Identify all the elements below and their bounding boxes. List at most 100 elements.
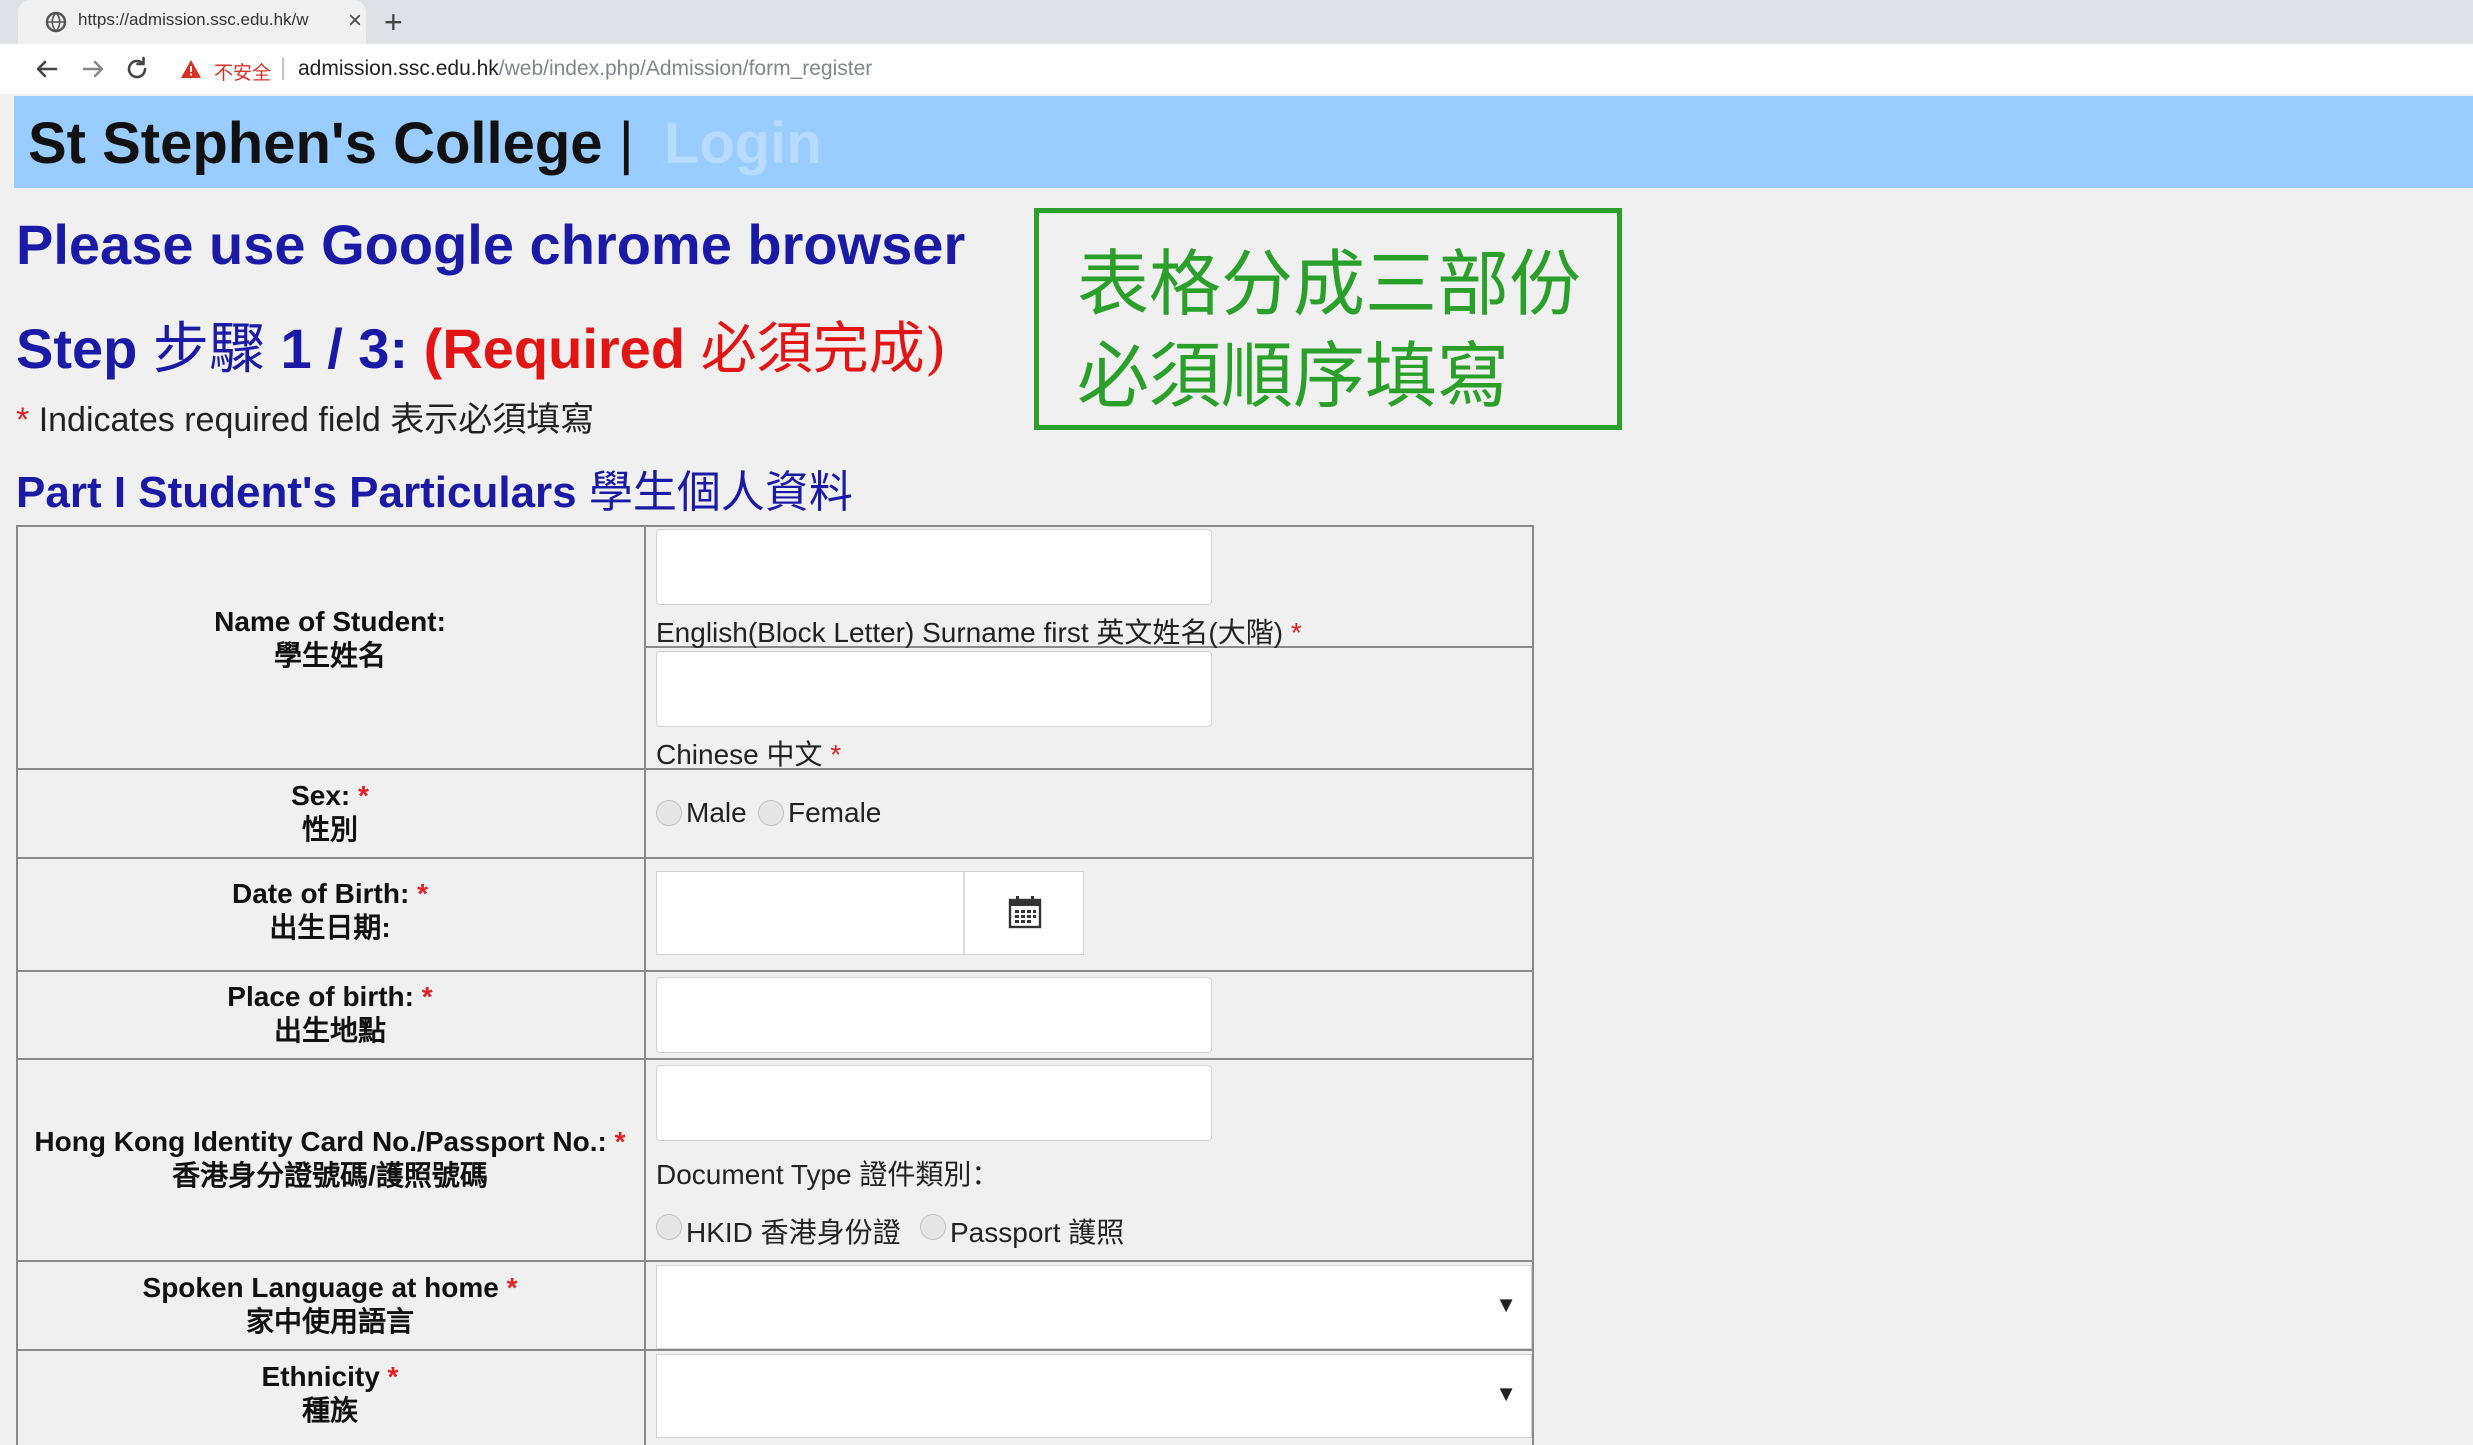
tab-title: https://admission.ssc.edu.hk/w: [78, 10, 309, 29]
english-name-input[interactable]: [656, 529, 1212, 605]
step-required: (Required: [423, 317, 686, 380]
sex-label-en-text: Sex:: [291, 780, 351, 811]
id-label-en-text: Hong Kong Identity Card No./Passport No.…: [34, 1126, 607, 1157]
dropdown-arrow-icon[interactable]: ▼: [1495, 1292, 1517, 1318]
english-name-hint: English(Block Letter) Surname first 英文姓名…: [656, 611, 1302, 651]
language-label: Spoken Language at home * 家中使用語言: [16, 1271, 644, 1339]
dropdown-arrow-icon[interactable]: ▼: [1495, 1381, 1517, 1407]
browser-tabstrip: https://admission.ssc.edu.hk/w × +: [0, 0, 2473, 44]
close-tab-icon[interactable]: ×: [348, 6, 362, 36]
address-bar[interactable]: 不安全 | admission.ssc.edu.hk/web/index.php…: [170, 50, 2450, 88]
required-star: *: [830, 739, 842, 770]
pob-label: Place of birth: * 出生地點: [16, 980, 644, 1048]
female-radio[interactable]: [758, 800, 784, 826]
ethnicity-label: Ethnicity * 種族: [16, 1360, 644, 1428]
place-of-birth-input[interactable]: [656, 977, 1212, 1053]
step-count: 1 / 3:: [280, 317, 409, 380]
row-divider: [16, 1058, 1534, 1060]
chinese-name-hint-text: Chinese 中文: [656, 739, 823, 770]
required-star: *: [614, 1126, 626, 1157]
ethnicity-select[interactable]: ▼: [656, 1354, 1532, 1438]
name-label: Name of Student: 學生姓名: [16, 605, 644, 673]
globe-icon: [44, 10, 68, 34]
login-link[interactable]: Login: [664, 111, 822, 176]
url-host: admission.ssc.edu.hk: [298, 57, 499, 80]
column-divider: [644, 525, 646, 1445]
step-prefix: Step: [16, 317, 138, 380]
url-path: /web/index.php/Admission/form_register: [498, 57, 873, 80]
required-star: *: [387, 1361, 399, 1392]
step-required-zh: 必須完成): [700, 317, 947, 382]
site-header: St Stephen's College | Login: [14, 96, 2473, 188]
row-divider: [16, 857, 1534, 859]
address-separator: |: [280, 54, 287, 81]
required-star: *: [16, 401, 30, 439]
browser-toolbar: 不安全 | admission.ssc.edu.hk/web/index.php…: [0, 44, 2473, 94]
calendar-icon[interactable]: [1007, 894, 1043, 930]
college-name: St Stephen's College: [28, 111, 603, 176]
ethnicity-label-zh: 種族: [301, 1395, 358, 1426]
chinese-name-input[interactable]: [656, 651, 1212, 727]
forward-icon[interactable]: [76, 52, 110, 86]
required-star: *: [417, 878, 428, 909]
browser-notice-heading: Please use Google chrome browser: [16, 213, 966, 276]
title-separator: |: [618, 111, 634, 176]
site-title: St Stephen's College | Login: [28, 110, 822, 177]
required-star: *: [421, 981, 433, 1012]
pob-label-zh: 出生地點: [273, 1015, 386, 1046]
part-title-en: Part I Student's Particulars: [16, 468, 577, 517]
language-select[interactable]: ▼: [656, 1265, 1532, 1349]
id-label: Hong Kong Identity Card No./Passport No.…: [16, 1125, 644, 1193]
part-heading: Part I Student's Particulars 學生個人資料: [16, 456, 853, 520]
pob-label-en: Place of birth: *: [16, 980, 644, 1014]
male-radio[interactable]: [656, 800, 682, 826]
id-label-en: Hong Kong Identity Card No./Passport No.…: [16, 1125, 644, 1159]
student-particulars-table: Name of Student: 學生姓名 English(Block Lett…: [16, 525, 1534, 1445]
row-divider: [16, 970, 1534, 972]
ethnicity-label-en: Ethnicity *: [16, 1360, 644, 1394]
passport-radio[interactable]: [920, 1214, 946, 1240]
male-label[interactable]: Male: [686, 797, 747, 829]
name-label-zh: 學生姓名: [273, 640, 386, 671]
required-field-note: * Indicates required field 表示必須填寫: [16, 392, 594, 441]
chinese-name-hint: Chinese 中文 *: [656, 733, 841, 773]
url-text[interactable]: admission.ssc.edu.hk/web/index.php/Admis…: [298, 57, 872, 81]
dob-label-en-text: Date of Birth:: [231, 878, 410, 909]
page-content: St Stephen's College | Login Please use …: [14, 94, 2473, 1445]
required-star: *: [358, 780, 369, 811]
english-name-hint-text: English(Block Letter) Surname first 英文姓名…: [656, 617, 1284, 648]
row-divider: [16, 1349, 1534, 1351]
warning-icon: [180, 59, 202, 79]
step-heading: Step 步驟 1 / 3: (Required 必須完成): [16, 304, 946, 385]
dob-label: Date of Birth: * 出生日期:: [16, 877, 644, 945]
not-secure-label[interactable]: 不安全: [214, 58, 271, 85]
dob-label-en: Date of Birth: *: [16, 877, 644, 911]
reload-icon[interactable]: [120, 52, 154, 86]
required-star: *: [1290, 617, 1302, 648]
instruction-line-1: 表格分成三部份: [1077, 242, 1582, 326]
id-label-zh: 香港身分證號碼/護照號碼: [172, 1160, 488, 1191]
hkid-label[interactable]: HKID 香港身份證: [686, 1211, 901, 1251]
sex-label: Sex: * 性別: [16, 779, 644, 847]
id-number-input[interactable]: [656, 1065, 1212, 1141]
required-star: *: [506, 1272, 518, 1303]
sex-label-zh: 性別: [301, 814, 358, 845]
female-label[interactable]: Female: [788, 797, 881, 829]
language-label-en-text: Spoken Language at home: [142, 1272, 499, 1303]
passport-label[interactable]: Passport 護照: [950, 1211, 1124, 1251]
table-border-right: [1532, 525, 1534, 1445]
browser-tab[interactable]: https://admission.ssc.edu.hk/w ×: [18, 0, 366, 44]
back-icon[interactable]: [30, 52, 64, 86]
dob-label-zh: 出生日期:: [269, 912, 391, 943]
ethnicity-label-en-text: Ethnicity: [261, 1361, 380, 1392]
language-label-zh: 家中使用語言: [245, 1306, 414, 1337]
date-divider: [963, 872, 965, 954]
new-tab-button[interactable]: +: [384, 2, 403, 42]
step-zh: 步驟: [152, 317, 265, 382]
language-label-en: Spoken Language at home *: [16, 1271, 644, 1305]
row-divider: [16, 1260, 1534, 1262]
dob-field[interactable]: [656, 871, 1084, 955]
instruction-box: 表格分成三部份 必須順序填寫: [1034, 208, 1622, 430]
hkid-radio[interactable]: [656, 1214, 682, 1240]
part-title-zh: 學生個人資料: [588, 467, 853, 518]
